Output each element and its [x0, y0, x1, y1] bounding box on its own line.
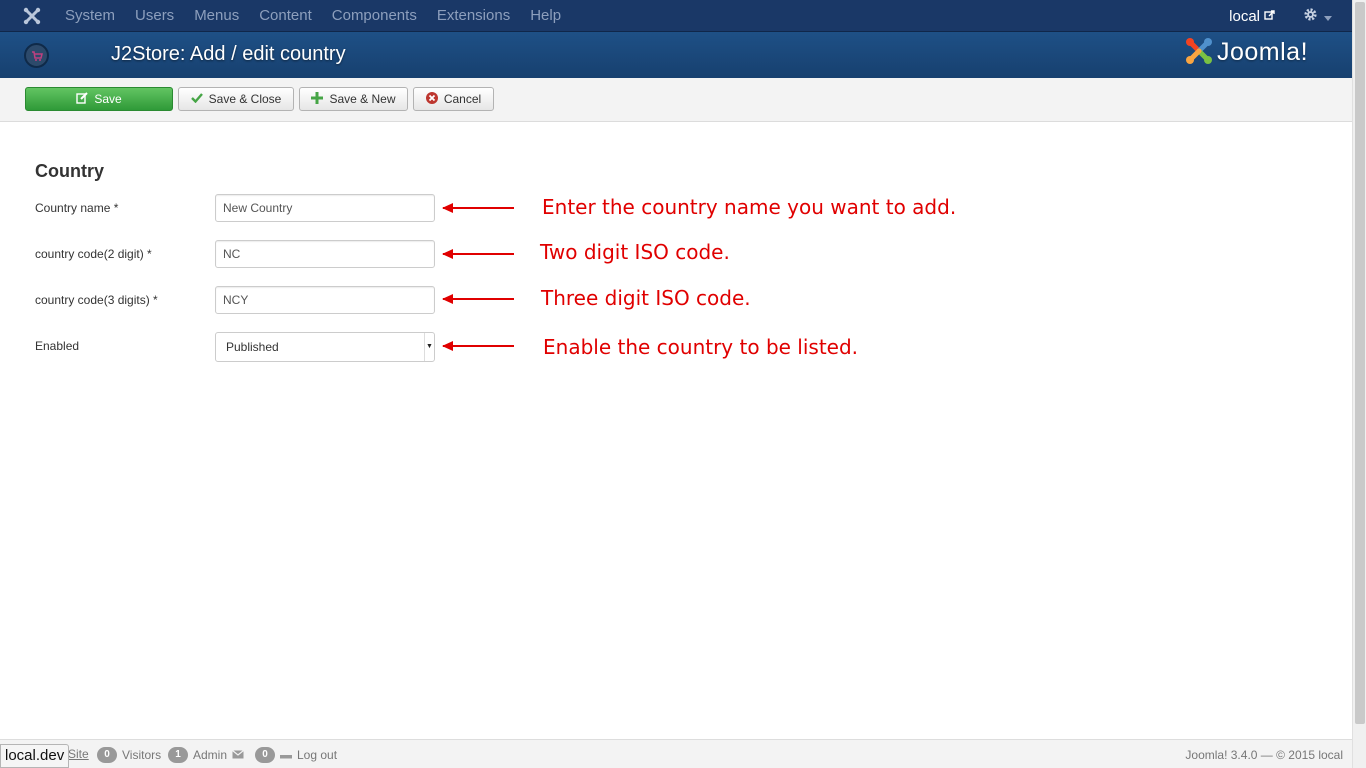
- page: System Users Menus Content Components Ex…: [0, 0, 1352, 768]
- toolbar: Save Save & Close Save & New Cancel: [0, 78, 1352, 122]
- site-link-label: local: [1229, 7, 1260, 25]
- enabled-label: Enabled: [35, 339, 80, 353]
- nav-right: local: [1229, 0, 1352, 32]
- joomla-logo-icon[interactable]: [22, 6, 42, 26]
- annotation-text-3: Three digit ISO code.: [541, 286, 751, 310]
- annotation-arrow-1: [442, 203, 514, 213]
- chevron-down-icon: [1324, 9, 1332, 24]
- country-code-3-input[interactable]: NCY: [215, 286, 435, 314]
- footer-copyright: Joomla! 3.4.0 — © 2015 local: [1185, 748, 1343, 762]
- visitors-count-badge: 0: [97, 747, 117, 763]
- cancel-button[interactable]: Cancel: [413, 87, 494, 111]
- check-icon: [190, 92, 203, 106]
- menu-menus[interactable]: Menus: [184, 0, 249, 32]
- site-link[interactable]: local: [1229, 8, 1275, 25]
- joomla-brand-logo: Joomla!: [1184, 36, 1308, 69]
- admin-count-badge: 1: [168, 747, 188, 763]
- visitors-label: Visitors: [122, 748, 162, 762]
- envelope-icon: [232, 748, 244, 762]
- view-site-label: Site: [68, 747, 89, 761]
- country-code-2-input[interactable]: NC: [215, 240, 435, 268]
- top-navbar: System Users Menus Content Components Ex…: [0, 0, 1352, 32]
- menu-content[interactable]: Content: [249, 0, 322, 32]
- messages-count-badge: 0: [255, 747, 275, 763]
- visitors-status[interactable]: 0 Visitors: [97, 747, 161, 763]
- save-new-label: Save & New: [329, 92, 396, 106]
- logout-link[interactable]: Log out: [297, 748, 337, 762]
- menu-components[interactable]: Components: [322, 0, 427, 32]
- save-new-button[interactable]: Save & New: [299, 87, 408, 111]
- admin-status[interactable]: 1 Admin: [168, 747, 244, 763]
- joomla-brand-icon: [1184, 36, 1214, 69]
- url-tooltip: local.dev: [0, 744, 70, 768]
- status-bar: Site 0 Visitors 1 Admin 0 Log out Joomla…: [0, 739, 1352, 768]
- cancel-icon: [425, 91, 438, 107]
- j2store-icon: [24, 43, 49, 68]
- select-caret-icon: ▼: [424, 333, 434, 361]
- main-menu: System Users Menus Content Components Ex…: [55, 0, 571, 32]
- country-name-input[interactable]: New Country: [215, 194, 435, 222]
- cancel-label: Cancel: [443, 92, 482, 106]
- annotation-arrow-4: [442, 341, 514, 351]
- joomla-wordmark: Joomla!: [1217, 38, 1309, 66]
- settings-menu[interactable]: [1303, 7, 1332, 25]
- vertical-scrollbar[interactable]: [1352, 0, 1366, 768]
- annotation-text-2: Two digit ISO code.: [540, 240, 730, 264]
- enabled-select[interactable]: Published ▼: [215, 332, 435, 362]
- country-code-3-label: country code(3 digits) *: [35, 293, 158, 307]
- gear-icon: [1303, 7, 1318, 25]
- minus-icon: [280, 748, 292, 762]
- save-button-label: Save: [94, 92, 122, 106]
- menu-help[interactable]: Help: [520, 0, 571, 32]
- annotation-arrow-2: [442, 249, 514, 259]
- menu-system[interactable]: System: [55, 0, 125, 32]
- messages-status[interactable]: 0 Log out: [255, 747, 337, 763]
- annotation-arrow-3: [442, 294, 514, 304]
- save-close-label: Save & Close: [208, 92, 282, 106]
- enabled-select-value: Published: [226, 340, 279, 354]
- page-header: J2Store: Add / edit country: [0, 32, 1352, 78]
- edit-icon: [76, 91, 89, 107]
- plus-icon: [311, 91, 324, 107]
- save-close-button[interactable]: Save & Close: [178, 87, 294, 111]
- country-name-label: Country name *: [35, 201, 119, 215]
- annotation-text-4: Enable the country to be listed.: [543, 335, 859, 359]
- country-code-2-label: country code(2 digit) *: [35, 247, 152, 261]
- scrollbar-thumb[interactable]: [1355, 2, 1365, 724]
- section-title: Country: [35, 161, 104, 181]
- external-link-icon: [1264, 8, 1275, 25]
- save-button[interactable]: Save: [25, 87, 173, 111]
- menu-users[interactable]: Users: [125, 0, 184, 32]
- annotation-text-1: Enter the country name you want to add.: [542, 195, 957, 219]
- menu-extensions[interactable]: Extensions: [427, 0, 520, 32]
- page-title: J2Store: Add / edit country: [111, 43, 346, 65]
- admin-label: Admin: [193, 748, 228, 762]
